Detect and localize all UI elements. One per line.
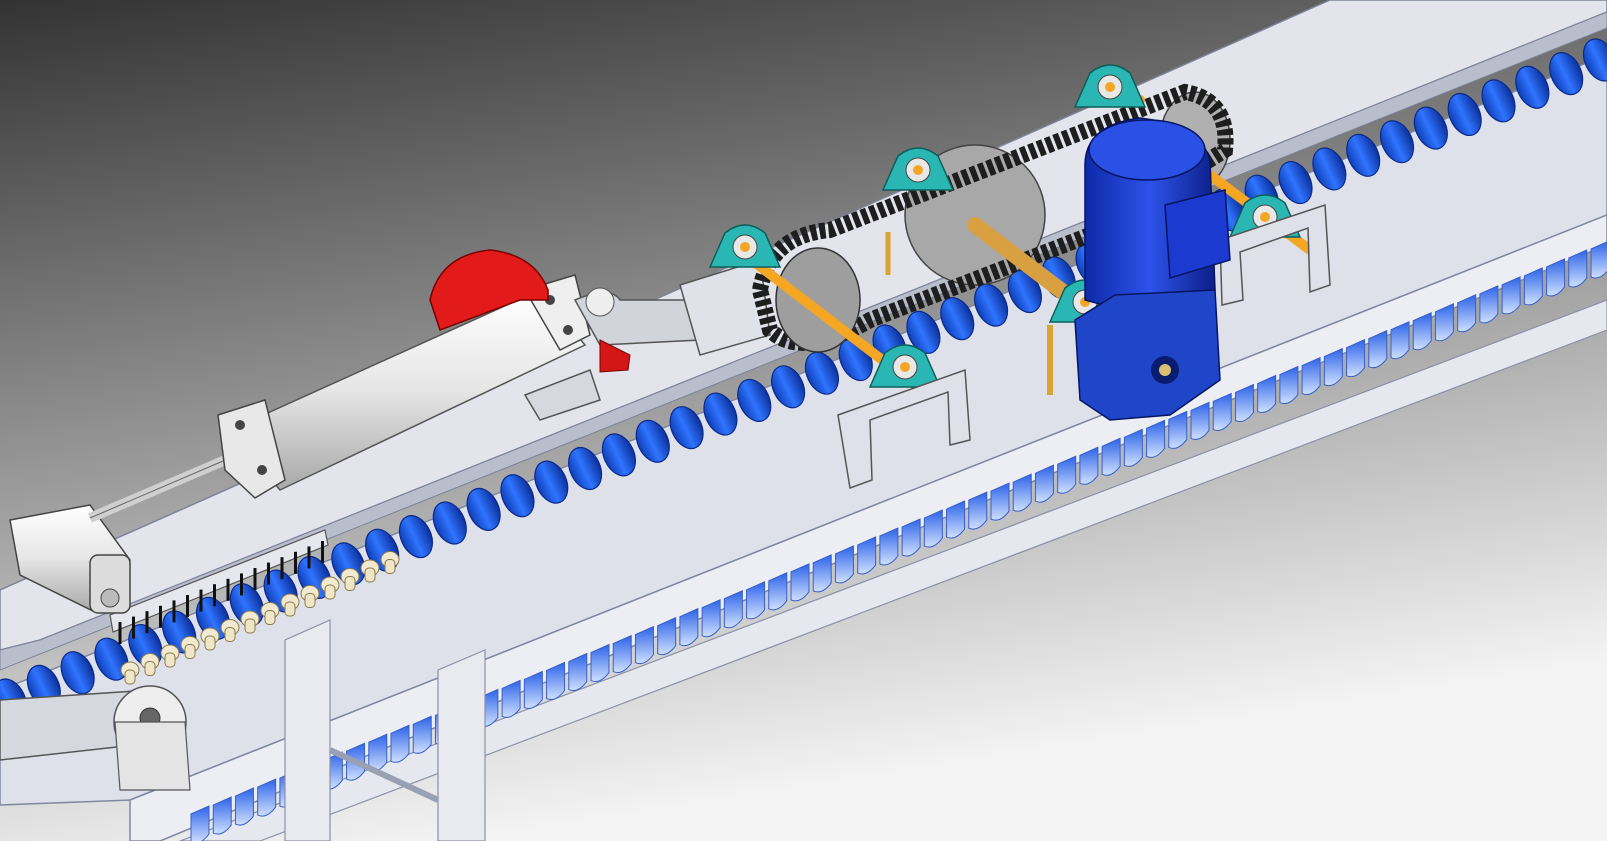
support-leg-center bbox=[437, 649, 486, 841]
cad-scene bbox=[0, 0, 1607, 841]
gear-motor bbox=[1074, 117, 1231, 421]
support-leg-left bbox=[284, 619, 331, 841]
conveyor-assembly-render bbox=[0, 0, 1607, 841]
